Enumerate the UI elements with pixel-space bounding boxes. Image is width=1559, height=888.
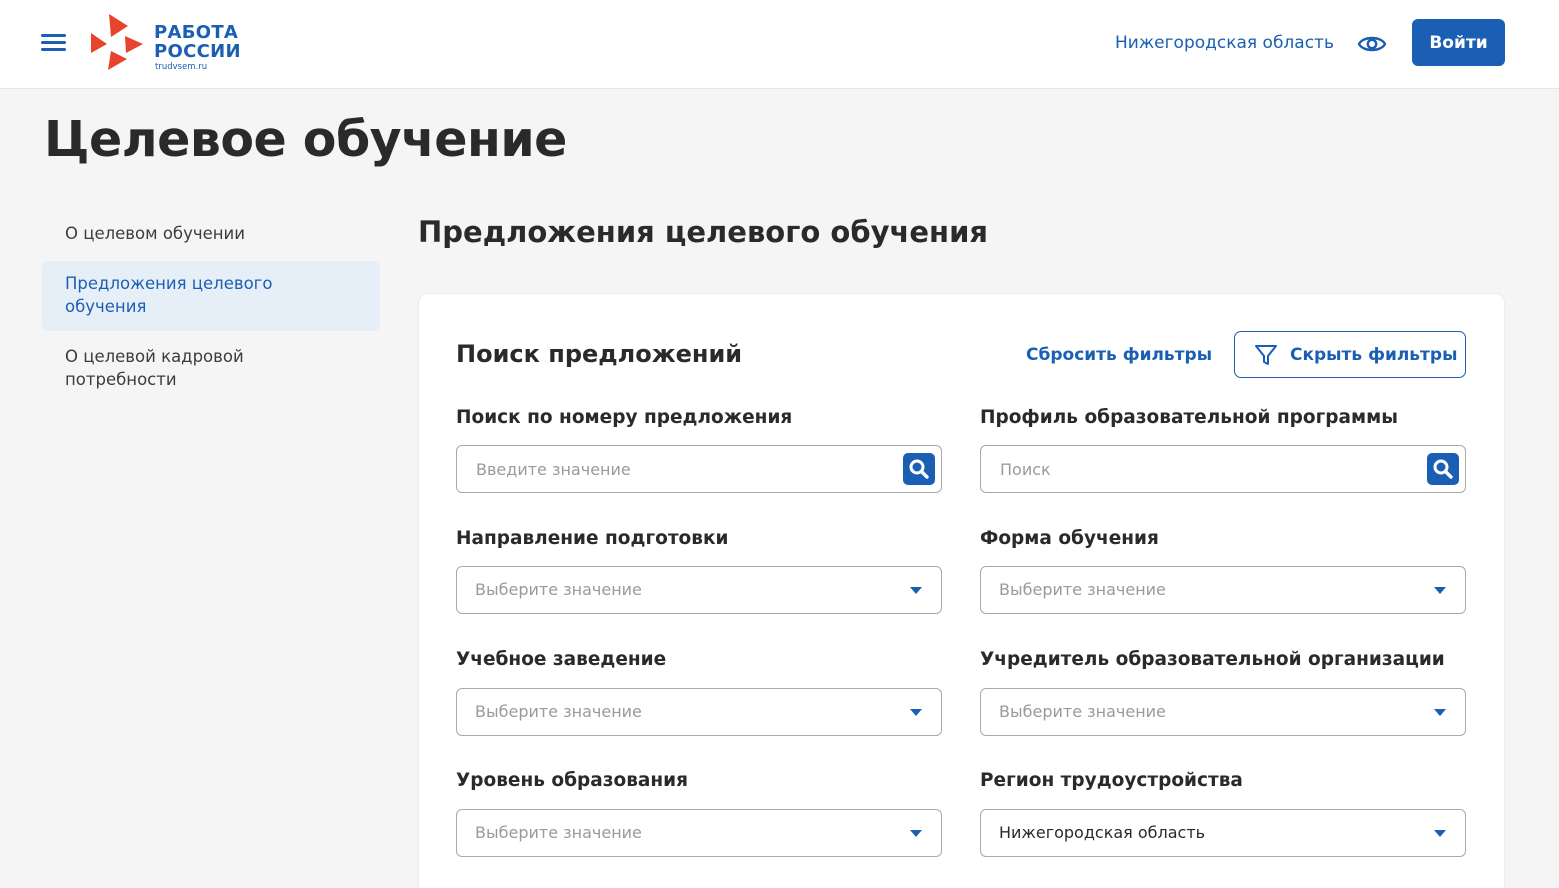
education-level-select[interactable]: Выберите значение bbox=[456, 809, 942, 857]
education-level-value: Выберите значение bbox=[475, 823, 642, 842]
institution-value: Выберите значение bbox=[475, 702, 642, 721]
search-button[interactable] bbox=[1427, 453, 1459, 485]
offer-number-field bbox=[456, 445, 942, 493]
filter-icon bbox=[1255, 345, 1277, 365]
founder-select[interactable]: Выберите значение bbox=[980, 688, 1466, 736]
logo[interactable]: РАБОТА РОССИИ trudvsem.ru bbox=[89, 13, 249, 73]
hide-filters-button[interactable]: Скрыть фильтры bbox=[1234, 331, 1466, 378]
offer-number-input[interactable] bbox=[458, 447, 898, 491]
reset-filters-link[interactable]: Сбросить фильтры bbox=[1026, 344, 1212, 366]
employment-region-value: Нижегородская область bbox=[999, 823, 1206, 842]
logo-site: trudvsem.ru bbox=[155, 62, 208, 72]
founder-label: Учредитель образовательной организации bbox=[980, 649, 1445, 670]
card-title: Поиск предложений bbox=[456, 340, 743, 368]
sidebar-item-about[interactable]: О целевом обучении bbox=[65, 223, 365, 246]
program-profile-input[interactable] bbox=[982, 447, 1422, 491]
founder-value: Выберите значение bbox=[999, 702, 1166, 721]
program-profile-label: Профиль образовательной программы bbox=[980, 407, 1398, 428]
login-button[interactable]: Войти bbox=[1412, 19, 1505, 66]
logo-text: РАБОТА bbox=[154, 22, 239, 43]
menu-icon[interactable] bbox=[41, 32, 66, 52]
search-button[interactable] bbox=[903, 453, 935, 485]
offer-number-label: Поиск по номеру предложения bbox=[456, 407, 793, 428]
institution-label: Учебное заведение bbox=[456, 649, 667, 670]
study-form-label: Форма обучения bbox=[980, 528, 1159, 549]
education-level-label: Уровень образования bbox=[456, 770, 689, 791]
eye-icon[interactable] bbox=[1357, 29, 1387, 59]
study-form-select[interactable]: Выберите значение bbox=[980, 566, 1466, 614]
study-form-value: Выберите значение bbox=[999, 580, 1166, 599]
direction-value: Выберите значение bbox=[475, 580, 642, 599]
hide-filters-label: Скрыть фильтры bbox=[1290, 345, 1458, 365]
region-selector[interactable]: Нижегородская область bbox=[1115, 33, 1334, 53]
chevron-down-icon bbox=[1434, 587, 1446, 594]
chevron-down-icon bbox=[1434, 830, 1446, 837]
chevron-down-icon bbox=[910, 830, 922, 837]
institution-select[interactable]: Выберите значение bbox=[456, 688, 942, 736]
chevron-down-icon bbox=[910, 709, 922, 716]
section-title: Предложения целевого обучения bbox=[418, 215, 989, 249]
header: РАБОТА РОССИИ trudvsem.ru Нижегородская … bbox=[0, 0, 1559, 89]
search-icon bbox=[909, 459, 929, 479]
direction-select[interactable]: Выберите значение bbox=[456, 566, 942, 614]
employment-region-label: Регион трудоустройства bbox=[980, 770, 1243, 791]
chevron-down-icon bbox=[910, 587, 922, 594]
logo-arrows-icon bbox=[91, 14, 143, 70]
search-icon bbox=[1433, 459, 1453, 479]
sidebar-item-offers[interactable]: Предложения целевого обучения bbox=[65, 273, 350, 318]
program-profile-field bbox=[980, 445, 1466, 493]
chevron-down-icon bbox=[1434, 709, 1446, 716]
page-title: Целевое обучение bbox=[44, 111, 567, 168]
sidebar-item-demand[interactable]: О целевой кадровой потребности bbox=[65, 346, 350, 391]
direction-label: Направление подготовки bbox=[456, 528, 729, 549]
logo-text: РОССИИ bbox=[154, 41, 241, 62]
employment-region-select[interactable]: Нижегородская область bbox=[980, 809, 1466, 857]
